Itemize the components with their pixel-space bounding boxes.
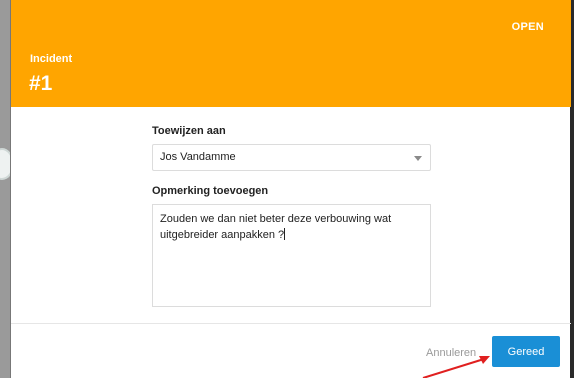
modal-header: OPEN Incident #1 [11,0,571,107]
incident-number: #1 [29,72,53,95]
assignee-value: Jos Vandamme [160,151,236,163]
incident-label: Incident [30,53,73,65]
status-badge: OPEN [511,21,544,33]
assign-label: Toewijzen aan [152,125,226,137]
incident-modal: OPEN Incident #1 Toewijzen aan Jos Vanda… [10,0,571,378]
text-cursor [284,228,286,240]
remark-textarea[interactable]: Zouden we dan niet beter deze verbouwing… [152,204,431,307]
chevron-down-icon [414,156,422,161]
done-button[interactable]: Gereed [492,336,560,367]
remark-label: Opmerking toevoegen [152,185,269,197]
remark-text: Zouden we dan niet beter deze verbouwing… [160,213,395,241]
assignee-select[interactable]: Jos Vandamme [152,144,431,171]
cancel-button[interactable]: Annuleren [426,347,476,359]
page-backdrop-left [0,0,14,378]
footer-divider [11,323,571,324]
